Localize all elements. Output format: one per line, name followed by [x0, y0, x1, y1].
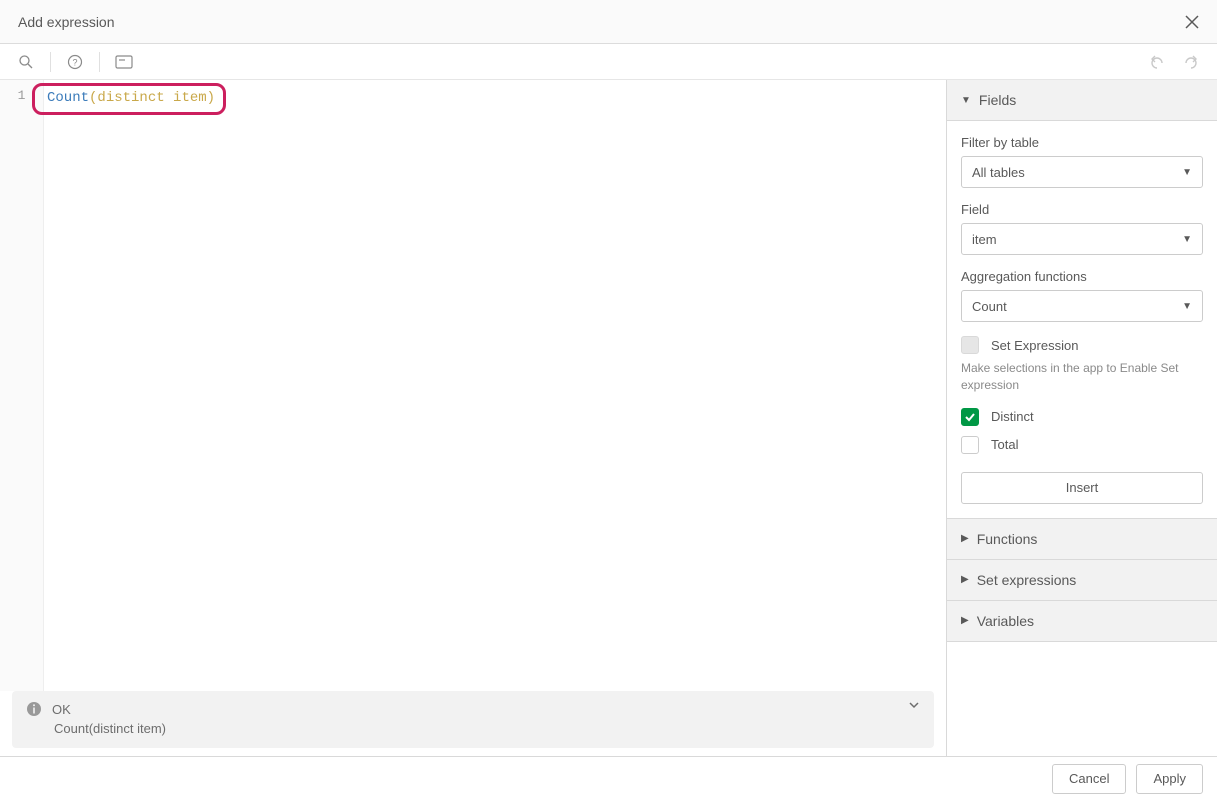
token-paren-open: (: [89, 90, 97, 106]
section-functions-label: Functions: [977, 531, 1038, 547]
field-value: item: [972, 232, 997, 247]
info-icon: [26, 701, 42, 717]
side-panel: ▼ Fields Filter by table All tables ▼ Fi…: [946, 80, 1217, 756]
chevron-down-icon: ▼: [1182, 167, 1192, 178]
section-fields-label: Fields: [979, 92, 1016, 108]
insert-button[interactable]: Insert: [961, 472, 1203, 504]
filter-by-table-label: Filter by table: [961, 135, 1203, 150]
section-set-expressions: ▶ Set expressions: [947, 560, 1217, 601]
field-label: Field: [961, 202, 1203, 217]
apply-button[interactable]: Apply: [1136, 764, 1203, 794]
section-variables-header[interactable]: ▶ Variables: [947, 601, 1217, 641]
code-editor[interactable]: Count(distinct item): [44, 80, 946, 691]
comment-button[interactable]: [110, 48, 138, 76]
section-set-expressions-label: Set expressions: [977, 572, 1077, 588]
status-collapse-button[interactable]: [908, 699, 920, 711]
chevron-down-icon: ▼: [1182, 301, 1192, 312]
toolbar-separator: [99, 52, 100, 72]
svg-text:?: ?: [72, 57, 77, 67]
section-functions-header[interactable]: ▶ Functions: [947, 519, 1217, 559]
editor-toolbar: ?: [0, 44, 1217, 80]
section-variables: ▶ Variables: [947, 601, 1217, 642]
undo-icon: [1149, 54, 1165, 70]
field-select[interactable]: item ▼: [961, 223, 1203, 255]
section-variables-label: Variables: [977, 613, 1034, 629]
modal-title: Add expression: [18, 14, 115, 30]
status-ok: OK: [52, 702, 71, 717]
search-button[interactable]: [12, 48, 40, 76]
filter-by-table-value: All tables: [972, 165, 1025, 180]
set-expression-label: Set Expression: [991, 338, 1078, 353]
search-icon: [18, 54, 34, 70]
token-paren-close: ): [207, 90, 215, 106]
section-fields: ▼ Fields Filter by table All tables ▼ Fi…: [947, 80, 1217, 519]
aggregation-value: Count: [972, 299, 1007, 314]
token-identifier: item: [173, 90, 207, 106]
section-fields-header[interactable]: ▼ Fields: [947, 80, 1217, 120]
help-button[interactable]: ?: [61, 48, 89, 76]
modal-footer: Cancel Apply: [0, 756, 1217, 800]
aggregation-select[interactable]: Count ▼: [961, 290, 1203, 322]
undo-button[interactable]: [1143, 48, 1171, 76]
filter-by-table-select[interactable]: All tables ▼: [961, 156, 1203, 188]
token-function: Count: [47, 90, 89, 106]
redo-icon: [1183, 54, 1199, 70]
close-icon: [1185, 15, 1199, 29]
line-gutter: 1: [0, 80, 44, 691]
aggregation-label: Aggregation functions: [961, 269, 1203, 284]
chevron-down-icon: ▼: [1182, 234, 1192, 245]
total-label: Total: [991, 437, 1018, 452]
token-keyword: distinct: [97, 90, 164, 106]
chevron-down-icon: [908, 699, 920, 711]
triangle-right-icon: ▶: [961, 574, 969, 585]
redo-button[interactable]: [1177, 48, 1205, 76]
section-set-expressions-header[interactable]: ▶ Set expressions: [947, 560, 1217, 600]
set-expression-helper: Make selections in the app to Enable Set…: [961, 360, 1203, 394]
help-icon: ?: [67, 54, 83, 70]
section-functions: ▶ Functions: [947, 519, 1217, 560]
editor-area: 1 Count(distinct item) OK Count(distinct…: [0, 80, 946, 756]
triangle-down-icon: ▼: [961, 95, 971, 106]
cancel-button[interactable]: Cancel: [1052, 764, 1126, 794]
check-icon: [964, 411, 976, 423]
modal-header: Add expression: [0, 0, 1217, 44]
comment-icon: [115, 55, 133, 69]
close-button[interactable]: [1185, 15, 1199, 29]
triangle-right-icon: ▶: [961, 533, 969, 544]
triangle-right-icon: ▶: [961, 615, 969, 626]
distinct-label: Distinct: [991, 409, 1034, 424]
status-preview: Count(distinct item): [26, 721, 920, 736]
distinct-checkbox[interactable]: [961, 408, 979, 426]
set-expression-checkbox: [961, 336, 979, 354]
expression-highlight: Count(distinct item): [32, 83, 226, 115]
status-bar: OK Count(distinct item): [12, 691, 934, 748]
total-checkbox[interactable]: [961, 436, 979, 454]
toolbar-separator: [50, 52, 51, 72]
